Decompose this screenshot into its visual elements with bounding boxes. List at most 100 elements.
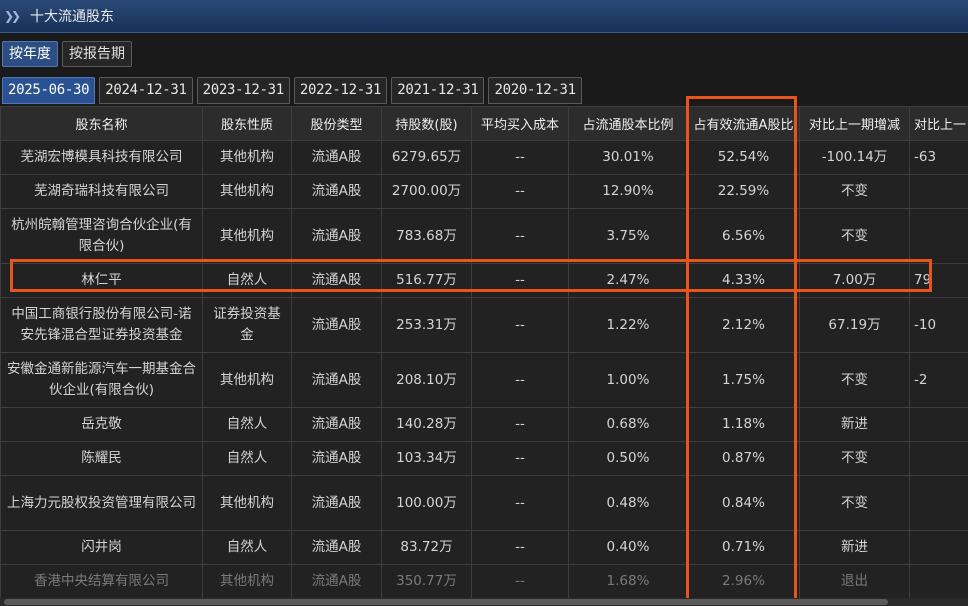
tab-by-year[interactable]: 按年度 xyxy=(2,41,58,67)
table-cell: 6279.65万 xyxy=(381,140,472,175)
table-cell: 新进 xyxy=(799,530,910,565)
table-cell: 7.00万 xyxy=(799,263,910,298)
table-cell xyxy=(909,530,968,565)
table-cell: 2.96% xyxy=(687,564,800,598)
table-row[interactable]: 陈耀民 自然人 流通A股 103.34万 -- 0.50% 0.87% 不变 xyxy=(0,441,968,476)
table-cell: 上海力元股权投资管理有限公司 xyxy=(0,475,203,531)
table-cell: 0.50% xyxy=(568,441,688,476)
table-cell: 350.77万 xyxy=(381,564,472,598)
col-header-float-ratio[interactable]: 占流通股本比例 xyxy=(568,106,688,141)
table-cell xyxy=(909,441,968,476)
tab-date-2024-12-31[interactable]: 2024-12-31 xyxy=(99,77,193,104)
col-header-change-vs-prev[interactable]: 对比上一期增减 xyxy=(799,106,910,141)
col-header-change-vs-prev-2[interactable]: 对比上一 xyxy=(909,106,968,141)
table-cell: 闪井岗 xyxy=(0,530,203,565)
table-cell: 1.00% xyxy=(568,352,688,408)
table-row[interactable]: 芜湖宏博模具科技有限公司 其他机构 流通A股 6279.65万 -- 30.01% 52.5… xyxy=(0,140,968,175)
table-cell: 不变 xyxy=(799,208,910,264)
table-cell: 783.68万 xyxy=(381,208,472,264)
table-cell: -- xyxy=(471,407,569,442)
table-row[interactable]: 上海力元股权投资管理有限公司 其他机构 流通A股 100.00万 -- 0.48% 0.84… xyxy=(0,475,968,531)
table-row[interactable]: 闪井岗 自然人 流通A股 83.72万 -- 0.40% 0.71% 新进 xyxy=(0,530,968,565)
table-cell: 流通A股 xyxy=(291,208,382,264)
horizontal-scrollbar[interactable] xyxy=(0,598,968,606)
date-tabs: 2025-06-30 2024-12-31 2023-12-31 2022-12… xyxy=(2,77,582,104)
col-header-holder-type[interactable]: 股东性质 xyxy=(202,106,292,141)
table-cell: 安徽金通新能源汽车一期基金合伙企业(有限合伙) xyxy=(0,352,203,408)
table-row[interactable]: 林仁平 自然人 流通A股 516.77万 -- 2.47% 4.33% 7.00万 79 xyxy=(0,263,968,298)
table-cell: 0.68% xyxy=(568,407,688,442)
col-header-avg-cost[interactable]: 平均买入成本 xyxy=(471,106,569,141)
table-row[interactable]: 岳克敬 自然人 流通A股 140.28万 -- 0.68% 1.18% 新进 xyxy=(0,407,968,442)
table-cell: 83.72万 xyxy=(381,530,472,565)
table-cell: 2.47% xyxy=(568,263,688,298)
table-cell: 140.28万 xyxy=(381,407,472,442)
table-cell: 1.18% xyxy=(687,407,800,442)
table-cell: 自然人 xyxy=(202,441,292,476)
table-row[interactable]: 中国工商银行股份有限公司-诺安先锋混合型证券投资基金 证券投资基金 流通A股 253.… xyxy=(0,297,968,353)
table-row[interactable]: 香港中央结算有限公司 其他机构 流通A股 350.77万 -- 1.68% 2.96% 退出 xyxy=(0,564,968,598)
table-cell: 0.87% xyxy=(687,441,800,476)
table-cell xyxy=(909,174,968,209)
table-cell: 1.75% xyxy=(687,352,800,408)
col-header-share-type[interactable]: 股份类型 xyxy=(291,106,382,141)
table-cell: 芜湖宏博模具科技有限公司 xyxy=(0,140,203,175)
table-row[interactable]: 杭州皖翰管理咨询合伙企业(有限合伙) 其他机构 流通A股 783.68万 -- 3.75%… xyxy=(0,208,968,264)
table-row[interactable]: 安徽金通新能源汽车一期基金合伙企业(有限合伙) 其他机构 流通A股 208.10万 --… xyxy=(0,352,968,408)
table-cell: 0.84% xyxy=(687,475,800,531)
table-cell: 67.19万 xyxy=(799,297,910,353)
col-header-effective-a-ratio[interactable]: 占有效流通A股比 xyxy=(687,106,800,141)
table-cell: -- xyxy=(471,475,569,531)
table-cell: 新进 xyxy=(799,407,910,442)
scrollbar-thumb[interactable] xyxy=(4,599,888,605)
tab-date-2022-12-31[interactable]: 2022-12-31 xyxy=(293,77,388,104)
tab-date-2025-06-30[interactable]: 2025-06-30 xyxy=(2,77,96,104)
table-cell: -- xyxy=(471,530,569,565)
table-cell: 其他机构 xyxy=(202,352,292,408)
table-row[interactable]: 芜湖奇瑞科技有限公司 其他机构 流通A股 2700.00万 -- 12.90% 22.59%… xyxy=(0,174,968,209)
table-cell: 自然人 xyxy=(202,407,292,442)
table-cell: 流通A股 xyxy=(291,475,382,531)
table-cell: 2700.00万 xyxy=(381,174,472,209)
col-header-shares-held[interactable]: 持股数(股) xyxy=(381,106,472,141)
table-cell: 516.77万 xyxy=(381,263,472,298)
table-cell: 1.22% xyxy=(568,297,688,353)
table-cell: -- xyxy=(471,352,569,408)
table-cell: 100.00万 xyxy=(381,475,472,531)
table-cell: 103.34万 xyxy=(381,441,472,476)
table-cell: 其他机构 xyxy=(202,140,292,175)
table-cell: 不变 xyxy=(799,475,910,531)
table-cell: 其他机构 xyxy=(202,208,292,264)
table-cell: 杭州皖翰管理咨询合伙企业(有限合伙) xyxy=(0,208,203,264)
table-cell: 自然人 xyxy=(202,530,292,565)
tab-date-2023-12-31[interactable]: 2023-12-31 xyxy=(196,77,290,104)
table-cell: 0.48% xyxy=(568,475,688,531)
table-cell: 其他机构 xyxy=(202,174,292,209)
table-cell xyxy=(909,475,968,531)
table-cell: 陈耀民 xyxy=(0,441,203,476)
table-cell: 其他机构 xyxy=(202,475,292,531)
table-cell: 52.54% xyxy=(687,140,800,175)
table-cell: -2 xyxy=(909,352,968,408)
table-cell: 芜湖奇瑞科技有限公司 xyxy=(0,174,203,209)
table-cell: 2.12% xyxy=(687,297,800,353)
table-cell: 6.56% xyxy=(687,208,800,264)
double-chevron-icon[interactable]: ❯❯ xyxy=(4,9,22,23)
tab-date-2020-12-31[interactable]: 2020-12-31 xyxy=(488,77,582,104)
tab-date-2021-12-31[interactable]: 2021-12-31 xyxy=(391,77,485,104)
table-cell: -- xyxy=(471,441,569,476)
table-cell: 79 xyxy=(909,263,968,298)
shareholders-table-container[interactable]: 股东名称 股东性质 股份类型 持股数(股) 平均买入成本 占流通股本比例 占有效… xyxy=(0,106,968,598)
table-cell xyxy=(909,564,968,598)
table-cell: 流通A股 xyxy=(291,174,382,209)
table-cell: 253.31万 xyxy=(381,297,472,353)
table-cell: -- xyxy=(471,174,569,209)
tab-by-report-period[interactable]: 按报告期 xyxy=(62,41,132,67)
mode-tabs: 按年度 按报告期 xyxy=(2,41,132,67)
table-cell: 4.33% xyxy=(687,263,800,298)
col-header-holder-name[interactable]: 股东名称 xyxy=(0,106,203,141)
shareholders-table: 股东名称 股东性质 股份类型 持股数(股) 平均买入成本 占流通股本比例 占有效… xyxy=(0,106,968,598)
table-cell: 流通A股 xyxy=(291,530,382,565)
table-cell: 林仁平 xyxy=(0,263,203,298)
table-cell: 其他机构 xyxy=(202,564,292,598)
